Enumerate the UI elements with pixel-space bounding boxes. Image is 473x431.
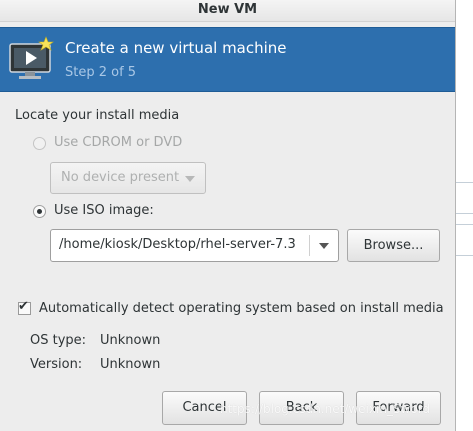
browse-button[interactable]: Browse... [347,229,440,262]
section-label: Locate your install media [15,108,180,123]
checkmark-icon: ✔ [18,299,29,314]
autodetect-label: Automatically detect operating system ba… [39,301,444,316]
version-label: Version: [30,357,83,372]
combo-separator [309,235,310,256]
cdrom-radio[interactable] [33,137,46,150]
device-combo-value: No device present [61,170,180,185]
autodetect-checkbox[interactable]: ✔ [18,299,31,315]
new-vm-dialog: New VM Create a new virtual machine Step… [0,0,456,431]
iso-radio[interactable] [33,205,46,218]
version-value: Unknown [100,357,161,372]
background-window [456,0,473,431]
device-combo[interactable]: No device present [50,162,206,194]
wizard-title: Create a new virtual machine [65,39,287,57]
wizard-step: Step 2 of 5 [65,65,137,80]
os-type-label: OS type: [30,333,87,348]
chevron-down-icon[interactable] [319,243,329,249]
os-type-value: Unknown [100,333,161,348]
cdrom-label: Use CDROM or DVD [54,135,183,150]
wizard-header: Create a new virtual machine Step 2 of 5 [0,27,455,92]
iso-path-input[interactable]: /home/kiosk/Desktop/rhel-server-7.3 [59,237,296,252]
iso-label: Use ISO image: [54,203,154,218]
window-title: New VM [0,0,455,22]
chevron-down-icon [185,176,195,182]
virtual-machine-icon [9,36,54,79]
watermark-text: https://blog.csdn.net/weixin_Sword [220,402,431,416]
iso-path-combo[interactable]: /home/kiosk/Desktop/rhel-server-7.3 [50,229,339,262]
